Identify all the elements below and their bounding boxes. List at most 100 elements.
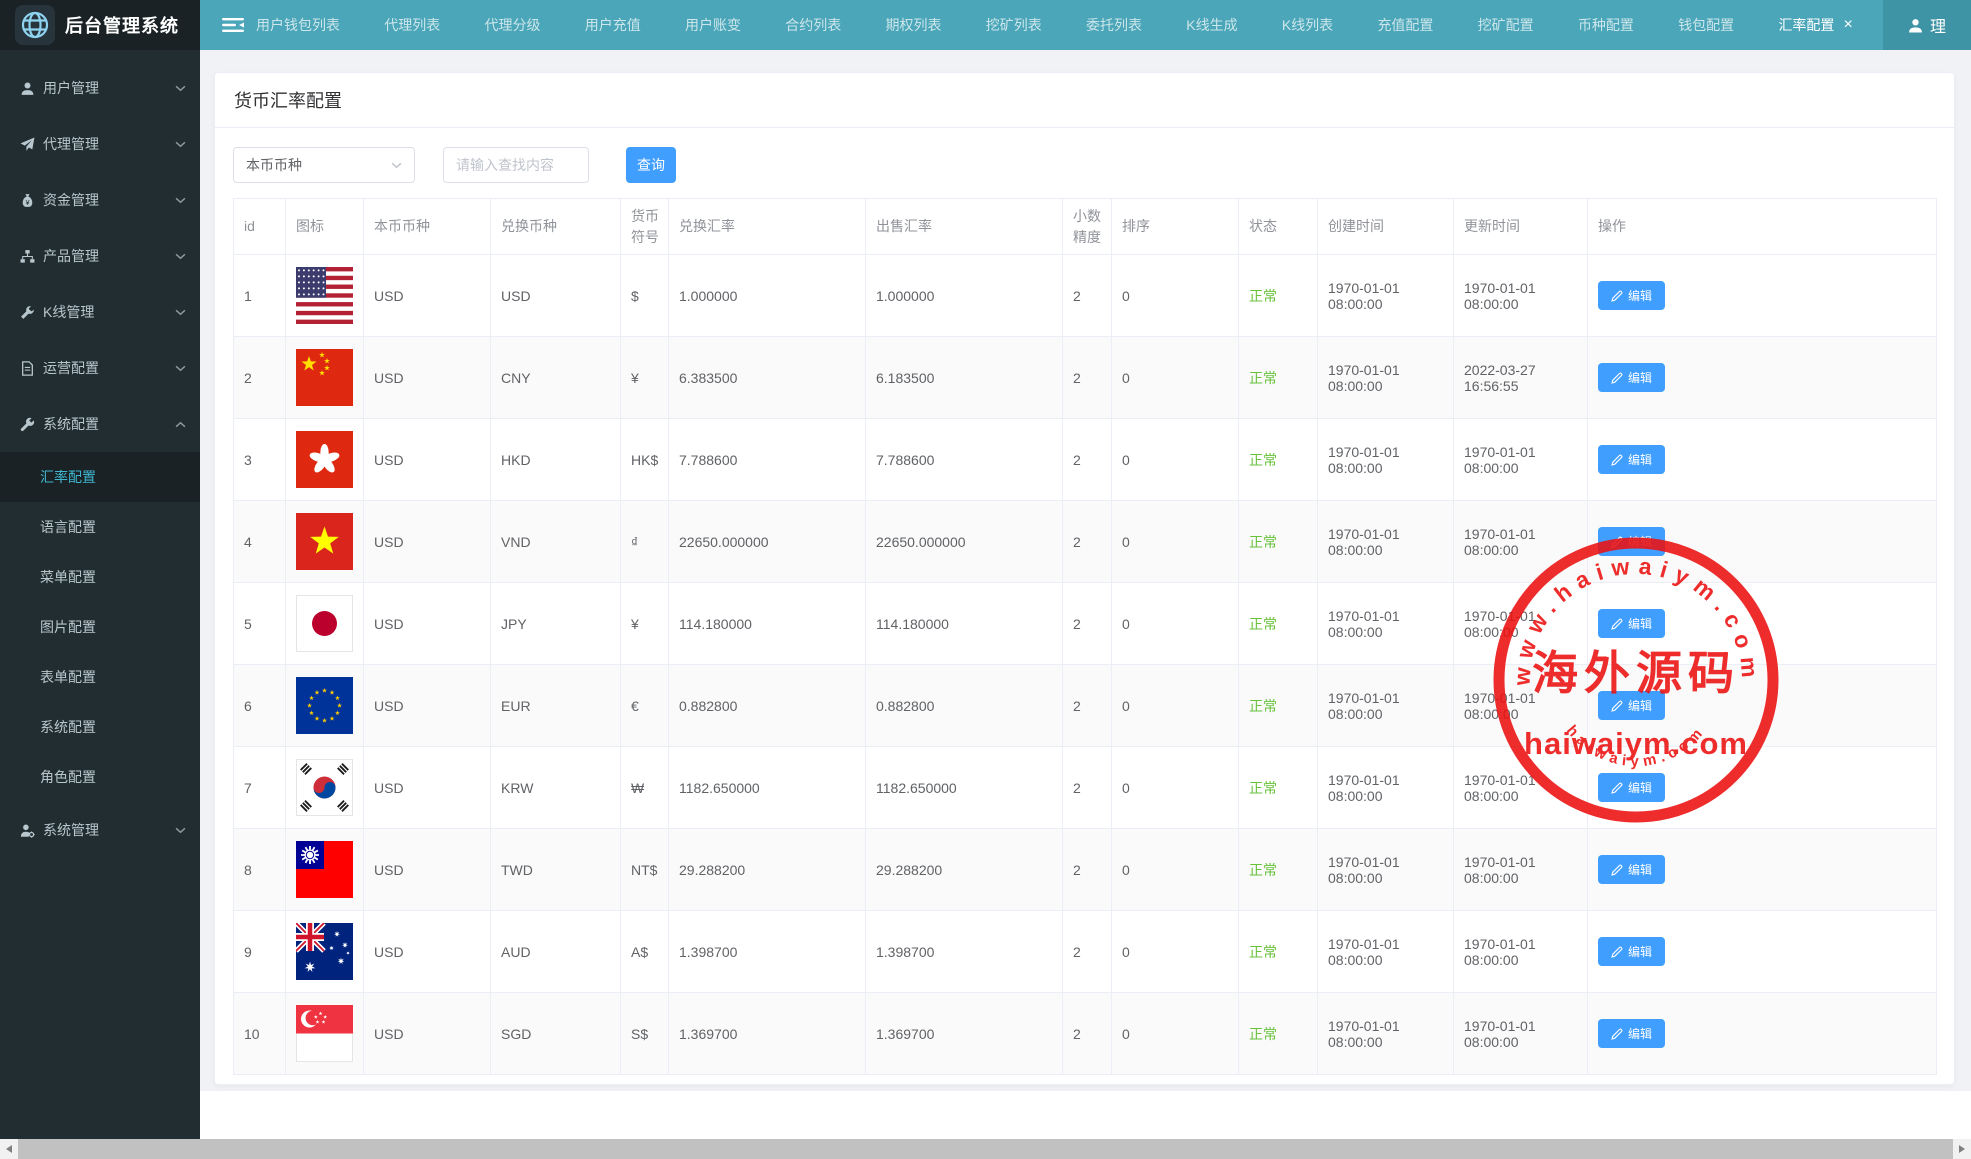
- edit-button[interactable]: 编辑: [1598, 855, 1665, 884]
- cell-quote-currency: VND: [491, 501, 621, 583]
- sidebar-item-系统配置[interactable]: 系统配置: [0, 396, 200, 452]
- scroll-right-arrow-icon[interactable]: [1953, 1139, 1971, 1159]
- sidebar-subitem-菜单配置[interactable]: 菜单配置: [0, 552, 200, 602]
- nav-tab[interactable]: 钱包配置: [1678, 15, 1734, 35]
- cell-quote-currency: CNY: [491, 337, 621, 419]
- table-row: 10USDSGDS$1.3697001.36970020正常1970-01-01…: [234, 993, 1937, 1075]
- pencil-icon: [1611, 700, 1623, 712]
- app-title: 后台管理系统: [65, 12, 179, 38]
- nav-tab[interactable]: 委托列表: [1086, 15, 1142, 35]
- sidebar-subitem-label: 汇率配置: [40, 467, 96, 487]
- cell-exchange-rate: 0.882800: [669, 665, 866, 747]
- tab-close-icon[interactable]: ×: [1843, 17, 1852, 33]
- nav-tab[interactable]: 用户钱包列表: [256, 15, 340, 35]
- cell-precision: 2: [1063, 993, 1112, 1075]
- currency-type-select[interactable]: 本币币种: [233, 147, 415, 183]
- sidebar-subitem-汇率配置[interactable]: 汇率配置: [0, 452, 200, 502]
- table-row: 4USDVND₫22650.00000022650.00000020正常1970…: [234, 501, 1937, 583]
- chevron-down-icon: [175, 365, 186, 372]
- sidebar-toggle-icon[interactable]: [222, 17, 244, 33]
- us-flag: [296, 267, 359, 324]
- chevron-down-icon: [175, 197, 186, 204]
- edit-button-label: 编辑: [1628, 943, 1652, 960]
- cell-id: 7: [234, 747, 286, 829]
- nav-tab[interactable]: 期权列表: [886, 15, 942, 35]
- user-menu[interactable]: 理: [1883, 0, 1971, 50]
- cell-precision: 2: [1063, 665, 1112, 747]
- cell-sell-rate: 7.788600: [866, 419, 1063, 501]
- search-input[interactable]: [443, 147, 589, 183]
- sidebar-item-运营配置[interactable]: 运营配置: [0, 340, 200, 396]
- edit-button[interactable]: 编辑: [1598, 1019, 1665, 1048]
- sidebar-item-系统管理[interactable]: 系统管理: [0, 802, 200, 858]
- sidebar-subitem-图片配置[interactable]: 图片配置: [0, 602, 200, 652]
- status-badge: 正常: [1249, 288, 1277, 304]
- cell-flag: [286, 501, 364, 583]
- status-badge: 正常: [1249, 534, 1277, 550]
- column-header-小数精度: 小数精度: [1063, 199, 1112, 255]
- edit-button[interactable]: 编辑: [1598, 445, 1665, 474]
- cell-base-currency: USD: [364, 337, 491, 419]
- edit-button[interactable]: 编辑: [1598, 609, 1665, 638]
- cell-symbol: $: [621, 255, 669, 337]
- cell-sort: 0: [1112, 583, 1239, 665]
- nav-tab[interactable]: 充值配置: [1377, 15, 1433, 35]
- nav-tab[interactable]: 代理分级: [485, 15, 541, 35]
- horizontal-scrollbar[interactable]: [0, 1139, 1971, 1159]
- cell-created-time: 1970-01-01 08:00:00: [1318, 747, 1454, 829]
- nav-tab[interactable]: 合约列表: [785, 15, 841, 35]
- nav-tab-label: 钱包配置: [1678, 15, 1734, 35]
- edit-button[interactable]: 编辑: [1598, 363, 1665, 392]
- column-header-更新时间: 更新时间: [1454, 199, 1588, 255]
- nav-tab-label: K线列表: [1282, 15, 1333, 35]
- chevron-down-icon: [391, 162, 402, 169]
- cell-status: 正常: [1239, 829, 1318, 911]
- globe-logo-icon: [15, 5, 55, 45]
- edit-button[interactable]: 编辑: [1598, 773, 1665, 802]
- nav-tab[interactable]: 用户账变: [685, 15, 741, 35]
- sidebar-subitem-表单配置[interactable]: 表单配置: [0, 652, 200, 702]
- sidebar-item-资金管理[interactable]: ¥资金管理: [0, 172, 200, 228]
- sidebar-item-用户管理[interactable]: 用户管理: [0, 60, 200, 116]
- cell-id: 5: [234, 583, 286, 665]
- nav-tab[interactable]: 汇率配置×: [1778, 15, 1852, 35]
- nav-tab[interactable]: K线列表: [1282, 15, 1333, 35]
- cell-symbol: NT$: [621, 829, 669, 911]
- edit-button[interactable]: 编辑: [1598, 691, 1665, 720]
- sidebar-subitem-角色配置[interactable]: 角色配置: [0, 752, 200, 802]
- sidebar-subitem-语言配置[interactable]: 语言配置: [0, 502, 200, 552]
- cell-precision: 2: [1063, 255, 1112, 337]
- column-header-排序: 排序: [1112, 199, 1239, 255]
- scrollbar-thumb[interactable]: [18, 1139, 1953, 1159]
- cell-symbol: ₩: [621, 747, 669, 829]
- table-row: 6USDEUR€0.8828000.88280020正常1970-01-01 0…: [234, 665, 1937, 747]
- scroll-left-arrow-icon[interactable]: [0, 1139, 18, 1159]
- query-button[interactable]: 查询: [626, 147, 676, 183]
- cell-symbol: S$: [621, 993, 669, 1075]
- edit-button-label: 编辑: [1628, 369, 1652, 386]
- edit-button[interactable]: 编辑: [1598, 937, 1665, 966]
- edit-button[interactable]: 编辑: [1598, 527, 1665, 556]
- sidebar-item-代理管理[interactable]: 代理管理: [0, 116, 200, 172]
- nav-tab[interactable]: 挖矿配置: [1478, 15, 1534, 35]
- cell-precision: 2: [1063, 337, 1112, 419]
- sidebar-subitem-系统配置[interactable]: 系统配置: [0, 702, 200, 752]
- nav-tab[interactable]: 挖矿列表: [986, 15, 1042, 35]
- nav-tab[interactable]: 用户充值: [585, 15, 641, 35]
- cell-flag: [286, 419, 364, 501]
- cell-id: 6: [234, 665, 286, 747]
- nav-tab-label: 币种配置: [1578, 15, 1634, 35]
- sidebar-item-K线管理[interactable]: K线管理: [0, 284, 200, 340]
- pencil-icon: [1611, 782, 1623, 794]
- nav-tab[interactable]: 币种配置: [1578, 15, 1634, 35]
- nav-tab[interactable]: K线生成: [1186, 15, 1237, 35]
- sidebar-item-产品管理[interactable]: 产品管理: [0, 228, 200, 284]
- cell-quote-currency: KRW: [491, 747, 621, 829]
- cell-created-time: 1970-01-01 08:00:00: [1318, 419, 1454, 501]
- nav-tab[interactable]: 代理列表: [384, 15, 440, 35]
- cell-sell-rate: 22650.000000: [866, 501, 1063, 583]
- cell-updated-time: 1970-01-01 08:00:00: [1454, 747, 1588, 829]
- cell-updated-time: 1970-01-01 08:00:00: [1454, 255, 1588, 337]
- nav-tab-label: 挖矿配置: [1478, 15, 1534, 35]
- edit-button[interactable]: 编辑: [1598, 281, 1665, 310]
